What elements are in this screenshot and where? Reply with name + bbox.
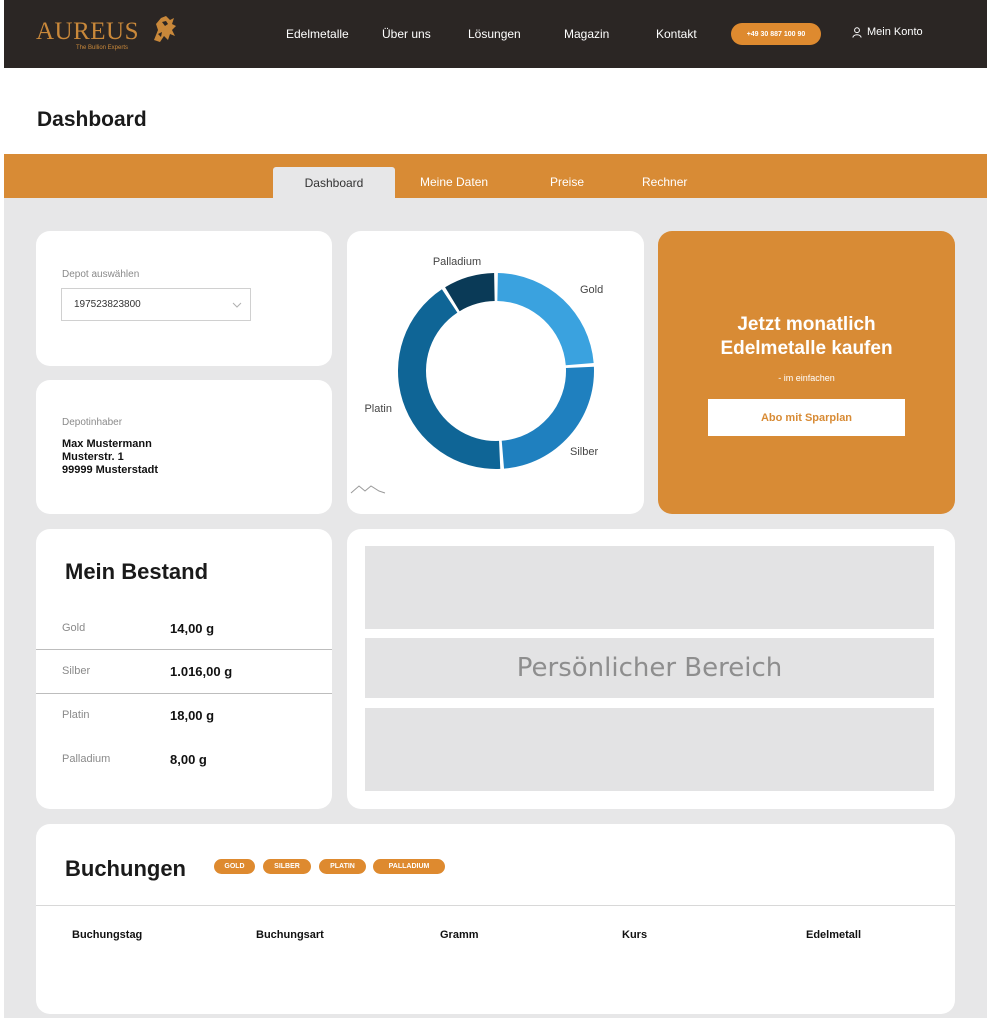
bestand-row: Platin 18,00 g — [36, 694, 332, 738]
tab-rechner[interactable]: Rechner — [642, 175, 687, 189]
donut-label-palladium: Palladium — [433, 256, 481, 268]
filter-silber[interactable]: SILBER — [263, 859, 311, 874]
promo-title-line1: Jetzt monatlich — [737, 314, 876, 335]
column-header-gramm[interactable]: Gramm — [440, 929, 479, 941]
filter-gold[interactable]: GOLD — [214, 859, 255, 874]
promo-card: Jetzt monatlich Edelmetalle kaufen - im … — [658, 231, 955, 514]
tab-preise[interactable]: Preise — [550, 175, 584, 189]
depot-select[interactable]: 197523823800 — [61, 288, 251, 321]
bestand-metal: Silber — [62, 665, 91, 677]
brand-logo[interactable]: AUREUS The Bullion Experts — [36, 12, 186, 56]
nav-item-edelmetalle[interactable]: Edelmetalle — [286, 27, 349, 41]
filter-platin[interactable]: PLATIN — [319, 859, 366, 874]
nav-item-magazin[interactable]: Magazin — [564, 27, 609, 41]
top-navigation: AUREUS The Bullion Experts Edelmetalle Ü… — [4, 0, 987, 68]
holder-name: Max Mustermann — [62, 438, 152, 450]
chart-watermark-icon — [350, 485, 386, 494]
nav-item-loesungen[interactable]: Lösungen — [468, 27, 521, 41]
brand-name: AUREUS — [36, 18, 140, 45]
depot-label: Depot auswählen — [62, 269, 140, 280]
personal-area-card: Persönlicher Bereich — [347, 529, 955, 809]
bestand-amount: 14,00 g — [170, 621, 215, 636]
promo-subtitle: - im einfachen — [778, 373, 835, 383]
column-header-buchungstag[interactable]: Buchungstag — [72, 929, 142, 941]
bestand-amount: 18,00 g — [170, 708, 215, 723]
divider — [36, 905, 955, 906]
column-header-edelmetall[interactable]: Edelmetall — [806, 929, 861, 941]
filter-palladium[interactable]: PALLADIUM — [373, 859, 445, 874]
donut-label-silber: Silber — [570, 446, 598, 458]
abo-sparplan-button[interactable]: Abo mit Sparplan — [708, 399, 905, 436]
page-title: Dashboard — [37, 108, 147, 131]
brand-tagline: The Bullion Experts — [76, 45, 129, 51]
personal-placeholder-middle: Persönlicher Bereich — [365, 638, 934, 698]
holdings-donut-chart: Gold Silber Platin Palladium — [350, 256, 603, 494]
personal-area-label: Persönlicher Bereich — [516, 653, 783, 683]
account-label: Mein Konto — [867, 26, 923, 38]
holder-label: Depotinhaber — [62, 417, 123, 428]
bestand-card: Mein Bestand Gold 14,00 g Silber 1.016,0… — [36, 529, 332, 809]
nav-item-ueber-uns[interactable]: Über uns — [382, 27, 431, 41]
bestand-amount: 8,00 g — [170, 752, 207, 767]
bestand-metal: Palladium — [62, 753, 111, 765]
user-icon — [852, 26, 862, 38]
holder-street: Musterstr. 1 — [62, 451, 124, 463]
bestand-row: Gold 14,00 g — [36, 607, 332, 651]
tab-meine-daten[interactable]: Meine Daten — [420, 175, 488, 189]
tab-bar: Dashboard Meine Daten Preise Rechner — [4, 154, 987, 198]
bestand-amount: 1.016,00 g — [170, 664, 233, 679]
personal-placeholder-top — [365, 546, 934, 629]
holder-address: Max Mustermann Musterstr. 1 99999 Muster… — [62, 438, 158, 477]
bestand-metal: Platin — [62, 709, 90, 721]
buchungen-card: Buchungen GOLD SILBER PLATIN PALLADIUM B… — [36, 824, 955, 1014]
holder-card: Depotinhaber Max Mustermann Musterstr. 1… — [36, 380, 332, 514]
depot-card: Depot auswählen 197523823800 — [36, 231, 332, 366]
account-link[interactable]: Mein Konto — [852, 26, 923, 38]
bestand-title: Mein Bestand — [65, 559, 209, 584]
chevron-down-icon — [232, 302, 242, 308]
phone-button[interactable]: +49 30 887 100 90 — [731, 23, 821, 45]
donut-slice-platin[interactable] — [398, 289, 501, 469]
promo-title-line2: Edelmetalle kaufen — [720, 338, 893, 359]
personal-placeholder-bottom — [365, 708, 934, 791]
lion-icon — [154, 16, 176, 42]
holder-city: 99999 Musterstadt — [62, 464, 158, 476]
column-header-buchungsart[interactable]: Buchungsart — [256, 929, 324, 941]
tab-dashboard[interactable]: Dashboard — [273, 167, 395, 198]
nav-item-kontakt[interactable]: Kontakt — [656, 27, 697, 41]
promo-title: Jetzt monatlich Edelmetalle kaufen — [658, 313, 955, 361]
bestand-metal: Gold — [62, 622, 86, 634]
donut-label-platin: Platin — [364, 403, 392, 415]
column-header-kurs[interactable]: Kurs — [622, 929, 647, 941]
bestand-row: Silber 1.016,00 g — [36, 650, 332, 694]
chart-card: Gold Silber Platin Palladium — [347, 231, 644, 514]
donut-label-gold: Gold — [580, 284, 603, 296]
bestand-row: Palladium 8,00 g — [36, 738, 332, 782]
depot-select-value: 197523823800 — [74, 299, 141, 310]
buchungen-title: Buchungen — [65, 856, 186, 881]
